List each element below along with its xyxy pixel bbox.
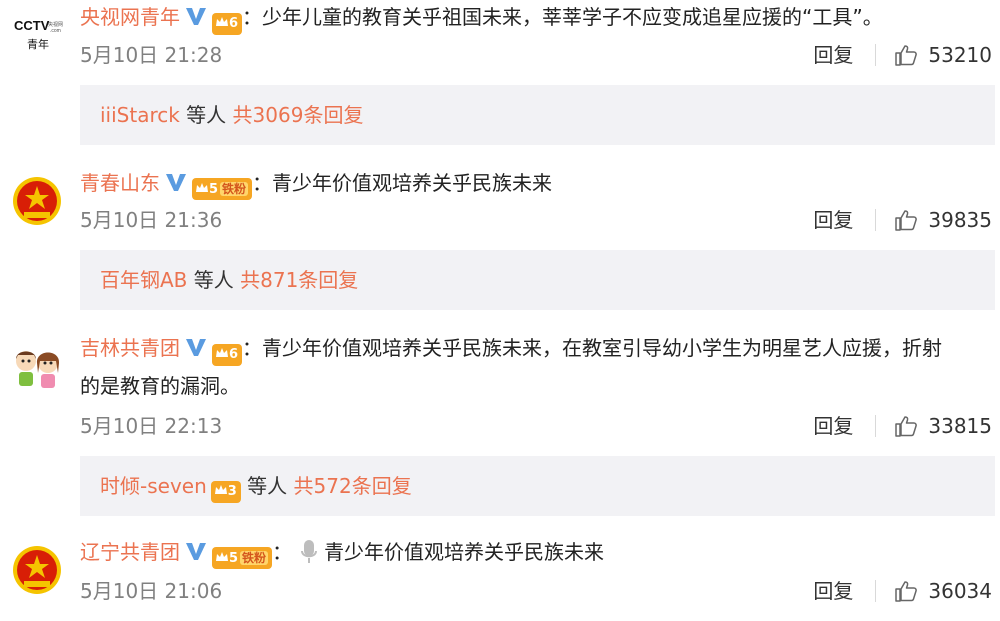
reply-count-link[interactable]: 共871条回复 [240, 268, 358, 292]
microphone-icon [300, 539, 318, 565]
reply-username[interactable]: 百年钢AB [100, 268, 187, 292]
comment-time: 5月10日 21:28 [80, 43, 223, 67]
avatar[interactable]: CCTV 央视网 .com 青年 [10, 6, 64, 60]
like-count: 33815 [928, 414, 992, 438]
reply-button[interactable]: 回复 [813, 412, 853, 440]
like-icon[interactable] [894, 414, 918, 438]
verified-v-icon [184, 5, 208, 27]
replies-summary[interactable]: 百年钢AB 等人 共871条回复 [80, 250, 995, 310]
like-count: 36034 [928, 579, 992, 603]
crown-icon [215, 346, 229, 360]
comment-text: ：青少年价值观培养关乎民族未来 [252, 171, 553, 195]
replies-summary[interactable]: 时倾-seven 3 等人 共572条回复 [80, 456, 995, 516]
like-icon[interactable] [894, 579, 918, 603]
avatar[interactable] [10, 341, 64, 395]
username[interactable]: 央视网青年 [80, 5, 180, 29]
comment-time: 5月10日 21:36 [80, 208, 223, 232]
comment-text: ：青少年价值观培养关乎民族未来，在教室引导幼小学生为明星艺人应援，折射 [242, 336, 943, 360]
replies-summary[interactable]: iiiStarck 等人 共3069条回复 [80, 85, 995, 145]
comment-text-continued: 的是教育的漏洞。 [80, 374, 240, 398]
like-count: 53210 [928, 43, 992, 67]
fan-level-badge: 5 铁粉 [192, 178, 253, 200]
verified-v-icon [164, 171, 188, 193]
username[interactable]: 吉林共青团 [80, 336, 180, 360]
reply-username[interactable]: iiiStarck [100, 103, 180, 127]
svg-text:.com: .com [50, 28, 61, 34]
reply-button[interactable]: 回复 [813, 206, 853, 234]
divider [875, 44, 877, 66]
crown-icon [214, 483, 228, 497]
crown-icon [195, 181, 209, 195]
like-icon[interactable] [894, 208, 918, 232]
fan-level-badge: 6 [212, 344, 243, 366]
avatar[interactable] [10, 174, 64, 228]
reply-username[interactable]: 时倾-seven [100, 474, 207, 498]
fan-level-badge: 3 [210, 481, 241, 503]
divider [875, 415, 877, 437]
fan-level-badge: 5 铁粉 [212, 547, 273, 569]
fan-level-badge: 6 [212, 13, 243, 35]
verified-v-icon [184, 336, 208, 358]
username[interactable]: 青春山东 [80, 171, 160, 195]
svg-text:CCTV: CCTV [14, 18, 50, 33]
divider [875, 209, 877, 231]
crown-icon [215, 15, 229, 29]
reply-count-link[interactable]: 共572条回复 [294, 474, 412, 498]
divider [875, 580, 877, 602]
crown-icon [215, 550, 229, 564]
comment-time: 5月10日 22:13 [80, 414, 223, 438]
avatar[interactable] [10, 543, 64, 597]
like-icon[interactable] [894, 43, 918, 67]
comment-text: ：少年儿童的教育关乎祖国未来，莘莘学子不应变成追星应援的“工具”。 [242, 5, 883, 29]
reply-count-link[interactable]: 共3069条回复 [233, 103, 364, 127]
comment-time: 5月10日 21:06 [80, 579, 223, 603]
username[interactable]: 辽宁共青团 [80, 540, 180, 564]
verified-v-icon [184, 540, 208, 562]
like-count: 39835 [928, 208, 992, 232]
svg-text:央视网: 央视网 [48, 21, 63, 28]
reply-button[interactable]: 回复 [813, 577, 853, 605]
svg-text:青年: 青年 [27, 37, 49, 51]
comment-text: 青少年价值观培养关乎民族未来 [324, 540, 605, 564]
reply-button[interactable]: 回复 [813, 41, 853, 69]
